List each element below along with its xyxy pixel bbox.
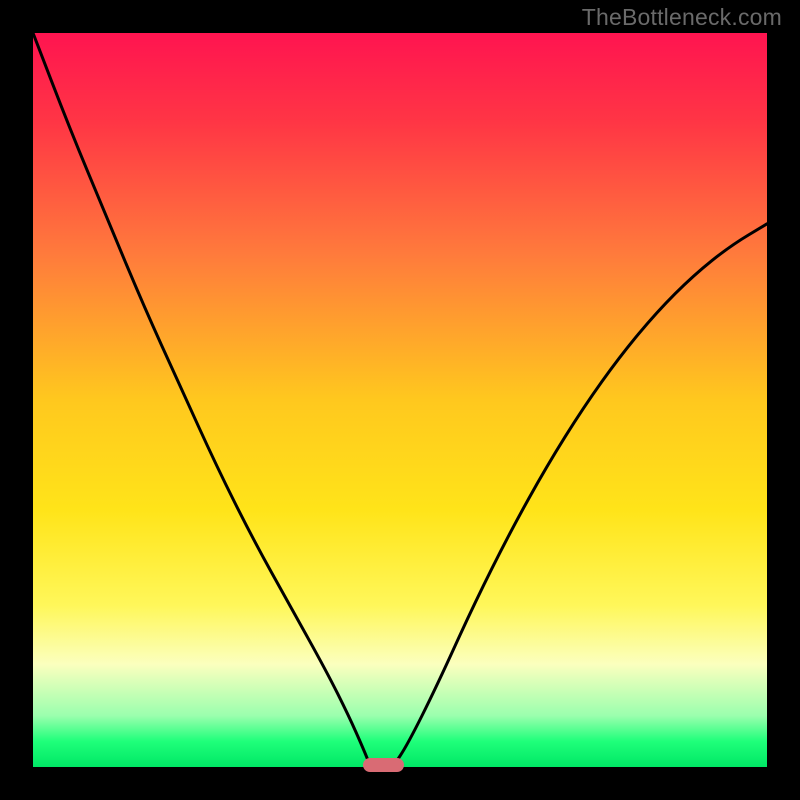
watermark-text: TheBottleneck.com (582, 4, 782, 31)
outer-frame: TheBottleneck.com (0, 0, 800, 800)
plot-background (33, 33, 767, 767)
bottleneck-chart (33, 33, 767, 767)
vertex-marker (363, 758, 403, 772)
